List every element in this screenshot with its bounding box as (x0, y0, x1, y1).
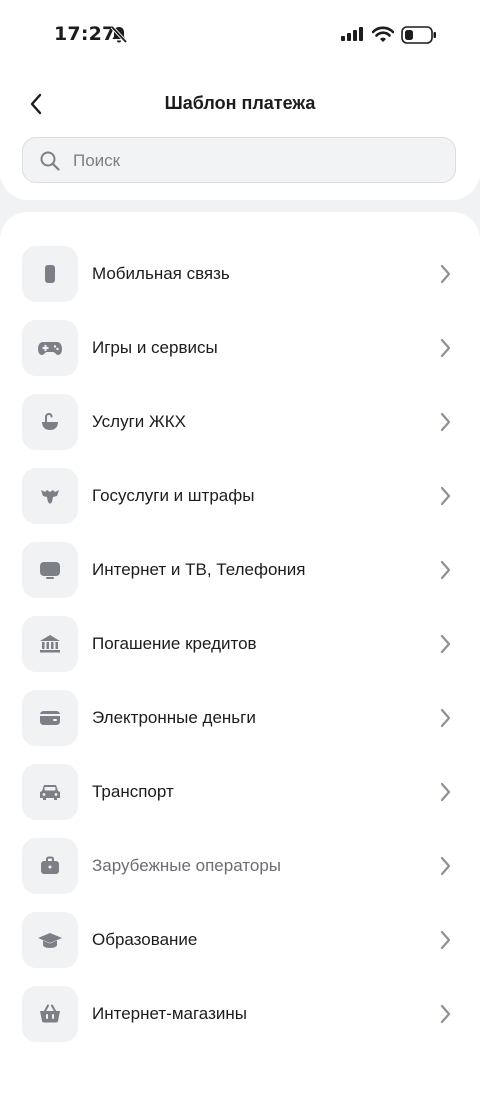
category-label: Госуслуги и штрафы (92, 486, 255, 505)
car-icon (40, 785, 60, 800)
tv-icon (40, 562, 60, 579)
wifi-icon (371, 26, 395, 48)
graduation-cap-icon (38, 933, 62, 948)
chevron-right-icon (440, 634, 451, 654)
category-label: Транспорт (92, 782, 174, 801)
category-item-loans[interactable]: Погашение кредитов (0, 607, 480, 681)
status-time: 17:27 (54, 23, 116, 45)
cellular-signal-icon (341, 27, 363, 48)
status-bar: 17:27 (0, 0, 480, 70)
chevron-right-icon (440, 412, 451, 432)
phone-icon (45, 265, 55, 283)
chevron-right-icon (440, 338, 451, 358)
search-bar[interactable] (22, 137, 456, 184)
category-item-foreign-operators[interactable]: Зарубежные операторы (0, 829, 480, 903)
chevron-right-icon (440, 264, 451, 284)
category-item-games[interactable]: Игры и сервисы (0, 311, 480, 385)
category-label: Образование (92, 930, 198, 949)
page-title: Шаблон платежа (164, 93, 316, 113)
header: Шаблон платежа (0, 84, 480, 124)
basket-icon (40, 1004, 60, 1023)
category-label: Зарубежные операторы (92, 856, 282, 875)
chevron-right-icon (440, 856, 451, 876)
category-label: Интернет-магазины (92, 1004, 247, 1023)
chevron-right-icon (440, 560, 451, 580)
chevron-right-icon (440, 930, 451, 950)
category-item-gov-services[interactable]: Госуслуги и штрафы (0, 459, 480, 533)
chevron-right-icon (440, 708, 451, 728)
chevron-right-icon (440, 1004, 451, 1024)
search-input[interactable] (71, 138, 445, 184)
gamepad-icon (38, 342, 62, 355)
category-label: Электронные деньги (92, 708, 256, 727)
chevron-right-icon (440, 486, 451, 506)
search-icon (39, 150, 61, 177)
category-item-mobile[interactable]: Мобильная связь (0, 237, 480, 311)
category-label: Погашение кредитов (92, 634, 257, 653)
category-item-online-shops[interactable]: Интернет-магазины (0, 977, 480, 1051)
category-item-utilities[interactable]: Услуги ЖКХ (0, 385, 480, 459)
briefcase-icon (41, 856, 59, 874)
category-item-education[interactable]: Образование (0, 903, 480, 977)
category-list: Мобильная связь Игры и сервисы Услуги ЖК… (0, 212, 480, 1112)
wallet-icon (40, 711, 60, 725)
bank-icon (40, 635, 60, 653)
coat-of-arms-icon (41, 490, 59, 504)
top-panel: 17:27 Шаблон платежа Поиск (0, 0, 480, 200)
bell-muted-icon (110, 25, 128, 50)
category-label: Интернет и ТВ, Телефония (92, 560, 306, 579)
category-label: Мобильная связь (92, 264, 230, 283)
chevron-right-icon (440, 782, 451, 802)
category-item-transport[interactable]: Транспорт (0, 755, 480, 829)
category-item-e-money[interactable]: Электронные деньги (0, 681, 480, 755)
category-item-internet-tv[interactable]: Интернет и ТВ, Телефония (0, 533, 480, 607)
category-label: Услуги ЖКХ (92, 412, 186, 431)
battery-icon (401, 26, 437, 49)
faucet-icon (42, 412, 58, 430)
category-label: Игры и сервисы (92, 338, 218, 357)
